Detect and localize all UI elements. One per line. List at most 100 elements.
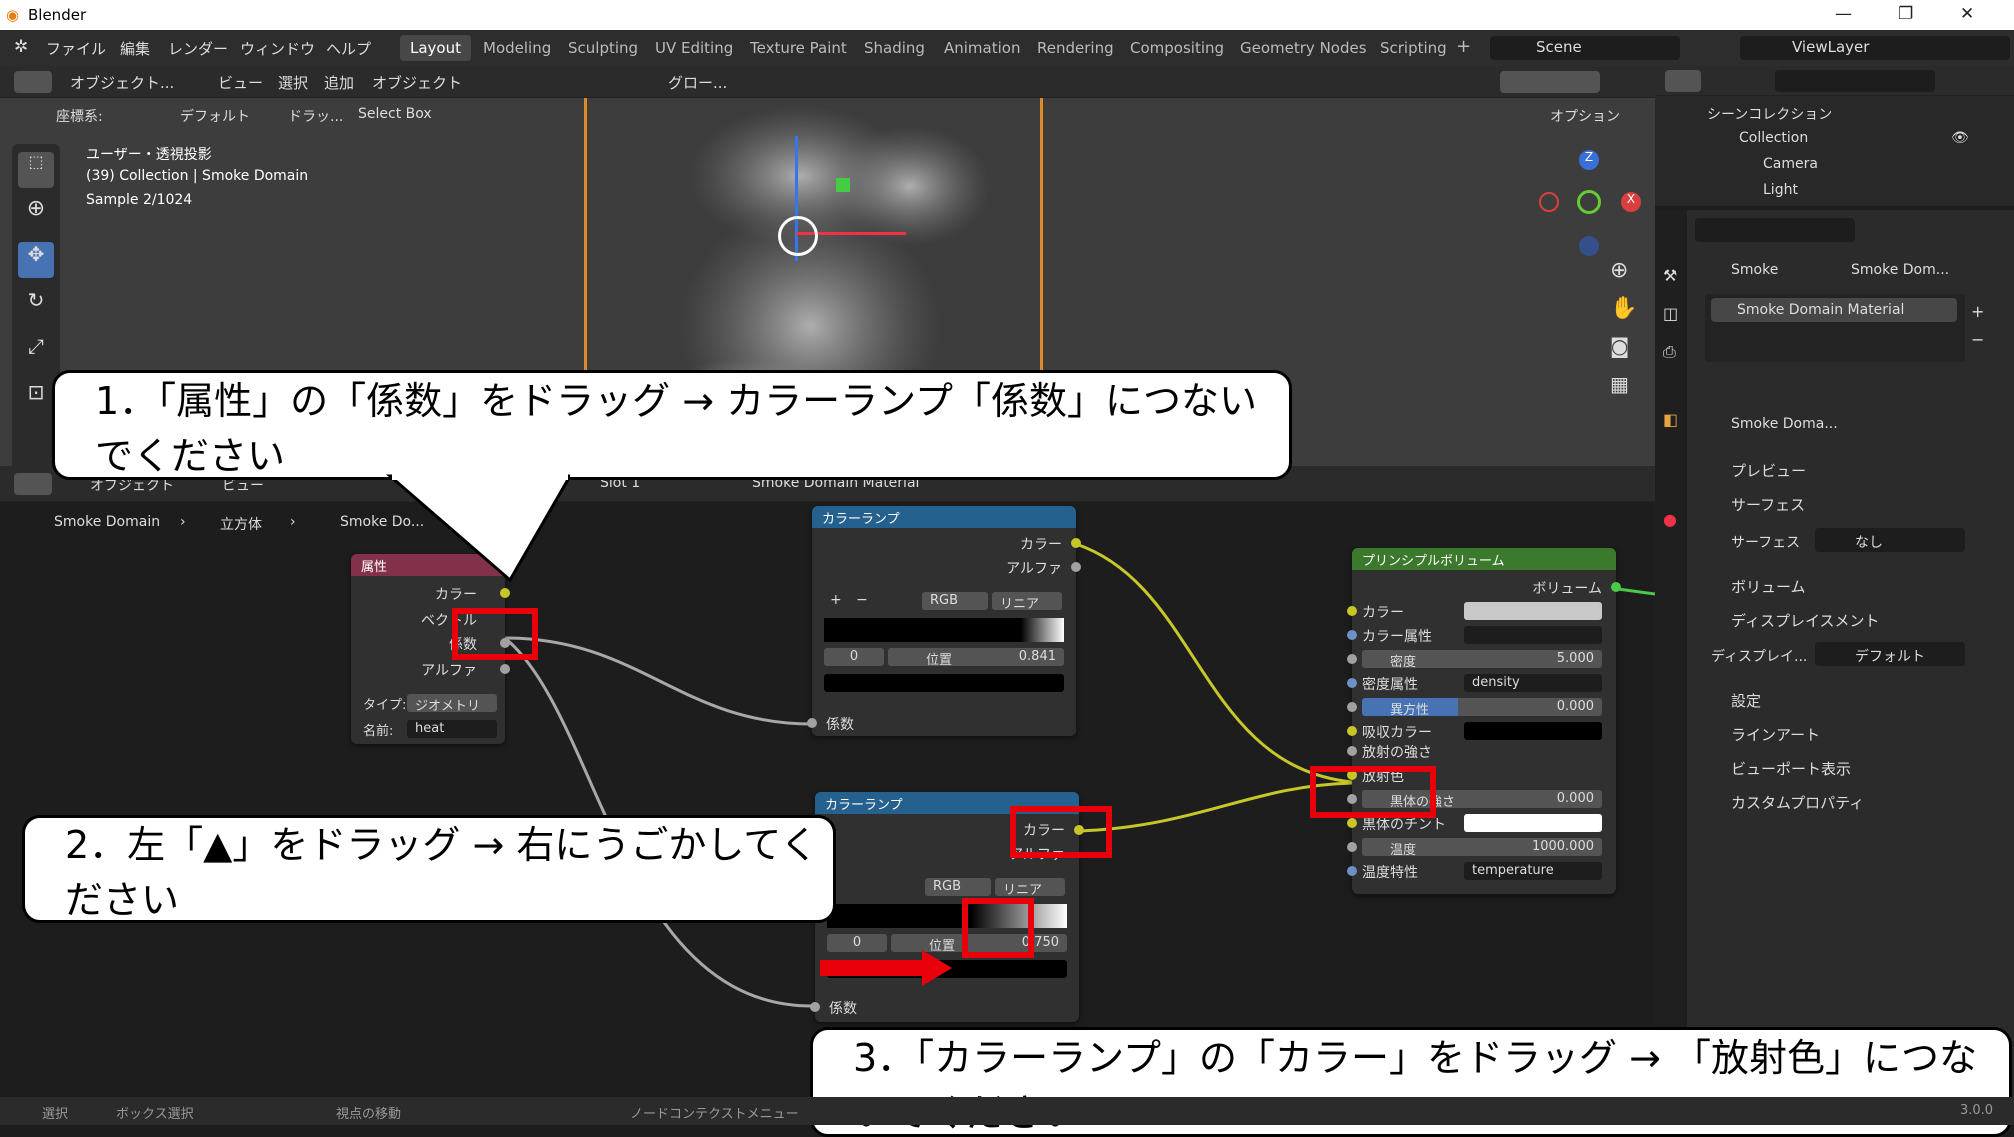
scale-tool-icon[interactable]: ⤢ bbox=[18, 334, 54, 370]
maximize-button[interactable]: ❐ bbox=[1898, 4, 1913, 24]
material-slot-item[interactable]: Smoke Domain Material bbox=[1711, 298, 1957, 322]
menu-select[interactable]: 選択 bbox=[278, 72, 308, 93]
close-button[interactable]: ✕ bbox=[1960, 4, 1974, 24]
transform-orientation[interactable]: グロー... bbox=[668, 72, 727, 93]
editor-type-button[interactable] bbox=[14, 71, 52, 93]
pv-density-attr-field[interactable]: density bbox=[1464, 674, 1602, 692]
move-tool-icon[interactable]: ✥ bbox=[18, 242, 54, 278]
render-tab-icon[interactable]: ◫ bbox=[1663, 304, 1678, 323]
pv-volume-socket[interactable] bbox=[1611, 582, 1621, 592]
ramp2-interp[interactable]: リニア bbox=[995, 878, 1065, 898]
shading-buttons[interactable] bbox=[1500, 71, 1600, 93]
attr-name-field[interactable]: heat bbox=[407, 720, 497, 738]
pv-bb-tint-socket[interactable] bbox=[1347, 818, 1357, 828]
select-tool-icon[interactable]: ⬚ bbox=[18, 152, 54, 188]
visibility-eye-icon[interactable]: 👁 bbox=[1951, 130, 1969, 146]
ramp1-mode[interactable]: RGB bbox=[922, 592, 988, 610]
add-workspace-icon[interactable]: + bbox=[1456, 36, 1471, 57]
pv-color-attr-field[interactable] bbox=[1464, 626, 1602, 644]
material-slot-list[interactable]: Smoke Domain Material bbox=[1705, 294, 1965, 362]
panel-surface[interactable]: サーフェス bbox=[1731, 494, 1805, 515]
ramp1-color-socket[interactable] bbox=[1071, 538, 1081, 548]
pv-density-attr-socket[interactable] bbox=[1347, 678, 1357, 688]
viewlayer-selector[interactable] bbox=[1740, 36, 2010, 60]
pv-temp-attr-field[interactable]: temperature bbox=[1464, 862, 1602, 880]
surface-value[interactable]: なし bbox=[1815, 528, 1965, 552]
tab-texture-paint[interactable]: Texture Paint bbox=[740, 35, 857, 61]
gizmo-center[interactable] bbox=[778, 216, 818, 256]
panel-settings[interactable]: 設定 bbox=[1731, 690, 1761, 711]
menu-view[interactable]: ビュー bbox=[218, 72, 263, 93]
ramp1-alpha-socket[interactable] bbox=[1071, 562, 1081, 572]
light-item[interactable]: Light bbox=[1763, 182, 1798, 198]
remove-slot-button[interactable]: − bbox=[1971, 330, 1984, 349]
tool-tab-icon[interactable]: ⚒ bbox=[1663, 266, 1677, 285]
pv-density-field[interactable]: 密度 5.000 bbox=[1362, 650, 1602, 670]
ramp1-add-button[interactable]: + bbox=[830, 592, 842, 608]
camera-view-icon[interactable]: ◙ bbox=[1610, 334, 1629, 358]
rotate-tool-icon[interactable]: ↻ bbox=[18, 288, 54, 324]
menu-file[interactable]: ファイル bbox=[46, 38, 106, 59]
principled-volume-node[interactable]: プリンシプルボリューム ボリューム カラー カラー属性 密度 5.000 密度属性… bbox=[1347, 548, 1621, 894]
menu-help[interactable]: ヘルプ bbox=[326, 38, 371, 59]
menu-edit[interactable]: 編集 bbox=[120, 38, 150, 59]
collection-item[interactable]: Collection bbox=[1739, 130, 1808, 146]
tab-rendering[interactable]: Rendering bbox=[1027, 35, 1124, 61]
tab-compositing[interactable]: Compositing bbox=[1120, 35, 1234, 61]
pv-density-socket[interactable] bbox=[1347, 654, 1357, 664]
outliner-editor-type[interactable] bbox=[1665, 70, 1701, 92]
panel-viewport-display[interactable]: ビューポート表示 bbox=[1731, 758, 1851, 779]
ortho-grid-icon[interactable]: ▦ bbox=[1610, 372, 1629, 396]
menu-add[interactable]: 追加 bbox=[324, 72, 354, 93]
panel-custom-props[interactable]: カスタムプロパティ bbox=[1731, 792, 1864, 813]
outliner-search[interactable] bbox=[1775, 70, 1935, 92]
axis-z-icon[interactable]: Z bbox=[1579, 150, 1599, 170]
pv-aniso-socket[interactable] bbox=[1347, 702, 1357, 712]
object-tab-icon[interactable]: ◧ bbox=[1663, 410, 1678, 429]
mode-selector[interactable]: オブジェクト... bbox=[70, 72, 174, 93]
ramp1-index[interactable]: 0 bbox=[824, 648, 884, 666]
ramp2-index[interactable]: 0 bbox=[827, 934, 887, 952]
material-name-field[interactable]: Smoke Doma... bbox=[1731, 416, 1838, 432]
pv-color-socket[interactable] bbox=[1347, 606, 1357, 616]
ramp1-pos[interactable]: 位置 0.841 bbox=[888, 648, 1064, 668]
color-ramp-node-1[interactable]: カラーランプ カラー アルファ + − RGB リニア 0 位置 0.841 係数 bbox=[807, 506, 1081, 736]
pv-temp-attr-socket[interactable] bbox=[1347, 866, 1357, 876]
ramp1-remove-button[interactable]: − bbox=[856, 592, 868, 608]
minimize-button[interactable]: — bbox=[1835, 4, 1852, 24]
attr-alpha-socket[interactable] bbox=[500, 664, 510, 674]
ramp1-header[interactable]: カラーランプ bbox=[812, 506, 1076, 528]
pv-header[interactable]: プリンシプルボリューム bbox=[1352, 548, 1616, 570]
tab-sculpting[interactable]: Sculpting bbox=[558, 35, 648, 61]
panel-volume[interactable]: ボリューム bbox=[1731, 576, 1806, 597]
output-tab-icon[interactable]: ⎙ bbox=[1663, 342, 1676, 362]
node-editor[interactable]: オブジェクト ビュー Slot 1 Smoke Domain Material … bbox=[0, 466, 1655, 1097]
pv-bb-tint-swatch[interactable] bbox=[1464, 814, 1602, 832]
ramp1-interp[interactable]: リニア bbox=[992, 592, 1062, 612]
menu-object[interactable]: オブジェクト bbox=[372, 72, 462, 93]
axis-neg-x-icon[interactable] bbox=[1539, 192, 1559, 212]
tab-modeling[interactable]: Modeling bbox=[473, 35, 561, 61]
tab-layout[interactable]: Layout bbox=[400, 35, 471, 61]
ramp2-fac-socket[interactable] bbox=[810, 1002, 820, 1012]
ramp1-gradient[interactable] bbox=[824, 618, 1064, 642]
props-crumb-object[interactable]: Smoke bbox=[1731, 262, 1778, 278]
attr-type-select[interactable]: ジオメトリ bbox=[407, 694, 497, 714]
axis-y-icon[interactable] bbox=[1577, 190, 1601, 214]
tab-uv-editing[interactable]: UV Editing bbox=[645, 35, 743, 61]
camera-item[interactable]: Camera bbox=[1763, 156, 1818, 172]
tab-scripting[interactable]: Scripting bbox=[1370, 35, 1457, 61]
drag-value[interactable]: Select Box bbox=[358, 106, 432, 122]
pv-abs-color-swatch[interactable] bbox=[1464, 722, 1602, 740]
pv-abs-color-socket[interactable] bbox=[1347, 726, 1357, 736]
pv-color-attr-socket[interactable] bbox=[1347, 630, 1357, 640]
add-slot-button[interactable]: + bbox=[1971, 302, 1984, 321]
props-crumb-material[interactable]: Smoke Dom... bbox=[1851, 262, 1949, 278]
panel-lineart[interactable]: ラインアート bbox=[1731, 724, 1820, 745]
ramp1-fac-socket[interactable] bbox=[807, 718, 817, 728]
tab-shading[interactable]: Shading bbox=[854, 35, 935, 61]
panel-displacement[interactable]: ディスプレイスメント bbox=[1731, 610, 1880, 631]
axis-x-icon[interactable]: X bbox=[1621, 192, 1641, 212]
axis-neg-z-icon[interactable] bbox=[1579, 236, 1599, 256]
pv-aniso-field[interactable]: 異方性 0.000 bbox=[1362, 698, 1602, 718]
